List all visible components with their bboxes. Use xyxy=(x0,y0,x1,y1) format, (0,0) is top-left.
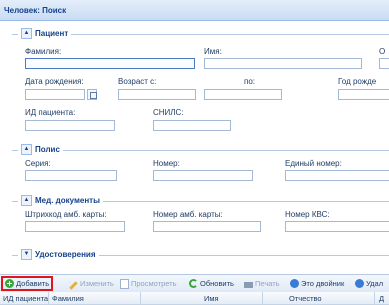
grid-header: ИД пациента Фамилия Имя Отчество Д xyxy=(0,292,389,305)
birth-year-field[interactable] xyxy=(338,89,389,100)
chevron-up-icon[interactable]: ▲ xyxy=(21,144,32,155)
age-to-field[interactable] xyxy=(204,89,282,100)
print-button[interactable]: Печать xyxy=(244,277,280,290)
refresh-icon xyxy=(189,279,198,288)
printer-icon xyxy=(244,281,253,288)
birth-year-label: Год рожде xyxy=(338,77,377,86)
policy-number-label: Номер: xyxy=(153,159,180,168)
policy-number-field[interactable] xyxy=(153,170,253,181)
patient-id-field[interactable] xyxy=(25,120,115,131)
refresh-button[interactable]: Обновить xyxy=(189,277,234,290)
duplicate-button[interactable]: Это двойник xyxy=(290,277,344,290)
delete-circle-icon xyxy=(355,279,364,288)
column-separator xyxy=(48,292,49,304)
unified-number-label: Единый номер: xyxy=(285,159,342,168)
column-surname[interactable]: Фамилия xyxy=(52,294,84,303)
window-title: Человек: Поиск xyxy=(4,6,67,15)
policy-series-field[interactable] xyxy=(25,170,117,181)
surname-label: Фамилия: xyxy=(25,47,62,56)
unified-number-field[interactable] xyxy=(285,170,389,181)
card-number-label: Номер амб. карты: xyxy=(153,210,223,219)
name-label: Имя: xyxy=(204,47,222,56)
snils-label: СНИЛС: xyxy=(153,108,184,117)
age-from-field[interactable] xyxy=(118,89,196,100)
kvs-number-field[interactable] xyxy=(285,221,389,232)
kvs-number-label: Номер КВС: xyxy=(285,210,330,219)
column-name[interactable]: Имя xyxy=(204,294,219,303)
med-docs-legend[interactable]: ▲ Мед. документы xyxy=(18,195,103,206)
chevron-down-icon[interactable]: ▼ xyxy=(21,249,32,260)
add-circle-icon xyxy=(5,279,14,288)
dob-label: Дата рождения: xyxy=(25,77,84,86)
chevron-up-icon[interactable]: ▲ xyxy=(21,195,32,206)
med-docs-fieldset: ▲ Мед. документы xyxy=(12,195,389,206)
surname-field[interactable] xyxy=(25,58,195,69)
view-button[interactable]: Просмотреть xyxy=(120,277,177,290)
column-dob[interactable]: Д xyxy=(379,294,384,303)
barcode-label: Штрихкод амб. карты: xyxy=(25,210,107,219)
identity-docs-fieldset: ▼ Удостоверения xyxy=(12,249,389,260)
column-separator xyxy=(374,292,375,304)
chevron-up-icon[interactable]: ▲ xyxy=(21,28,32,39)
column-patronymic[interactable]: Отчество xyxy=(289,294,322,303)
column-patient-id[interactable]: ИД пациента xyxy=(3,294,48,303)
patronymic-label: О xyxy=(379,47,386,56)
document-icon xyxy=(120,278,129,289)
identity-docs-legend[interactable]: ▼ Удостоверения xyxy=(18,249,99,260)
age-from-label: Возраст с: xyxy=(118,77,157,86)
edit-button[interactable]: Изменить xyxy=(69,277,114,290)
card-number-field[interactable] xyxy=(153,221,261,232)
patient-legend[interactable]: ▲ Пациент xyxy=(18,28,72,39)
barcode-field[interactable] xyxy=(25,221,125,232)
dob-field[interactable] xyxy=(25,89,85,100)
policy-fieldset: ▲ Полис xyxy=(12,144,389,155)
pencil-icon xyxy=(69,280,78,290)
snils-field[interactable] xyxy=(153,120,231,131)
name-field[interactable] xyxy=(204,58,362,69)
grid-toolbar: Добавить Изменить Просмотреть Обновить П… xyxy=(0,274,389,293)
column-separator xyxy=(262,292,263,304)
policy-legend[interactable]: ▲ Полис xyxy=(18,144,63,155)
patient-fieldset: ▲ Пациент xyxy=(12,28,389,39)
age-to-label: по: xyxy=(244,77,256,86)
delete-button[interactable]: Удал xyxy=(355,277,383,290)
calendar-icon[interactable] xyxy=(87,89,97,100)
column-separator xyxy=(140,292,141,304)
patient-id-label: ИД пациента: xyxy=(25,108,76,117)
policy-series-label: Серия: xyxy=(25,159,51,168)
window-titlebar: Человек: Поиск xyxy=(0,0,389,21)
info-circle-icon xyxy=(290,279,299,288)
patronymic-field[interactable] xyxy=(379,58,389,69)
add-button[interactable]: Добавить xyxy=(1,276,54,291)
